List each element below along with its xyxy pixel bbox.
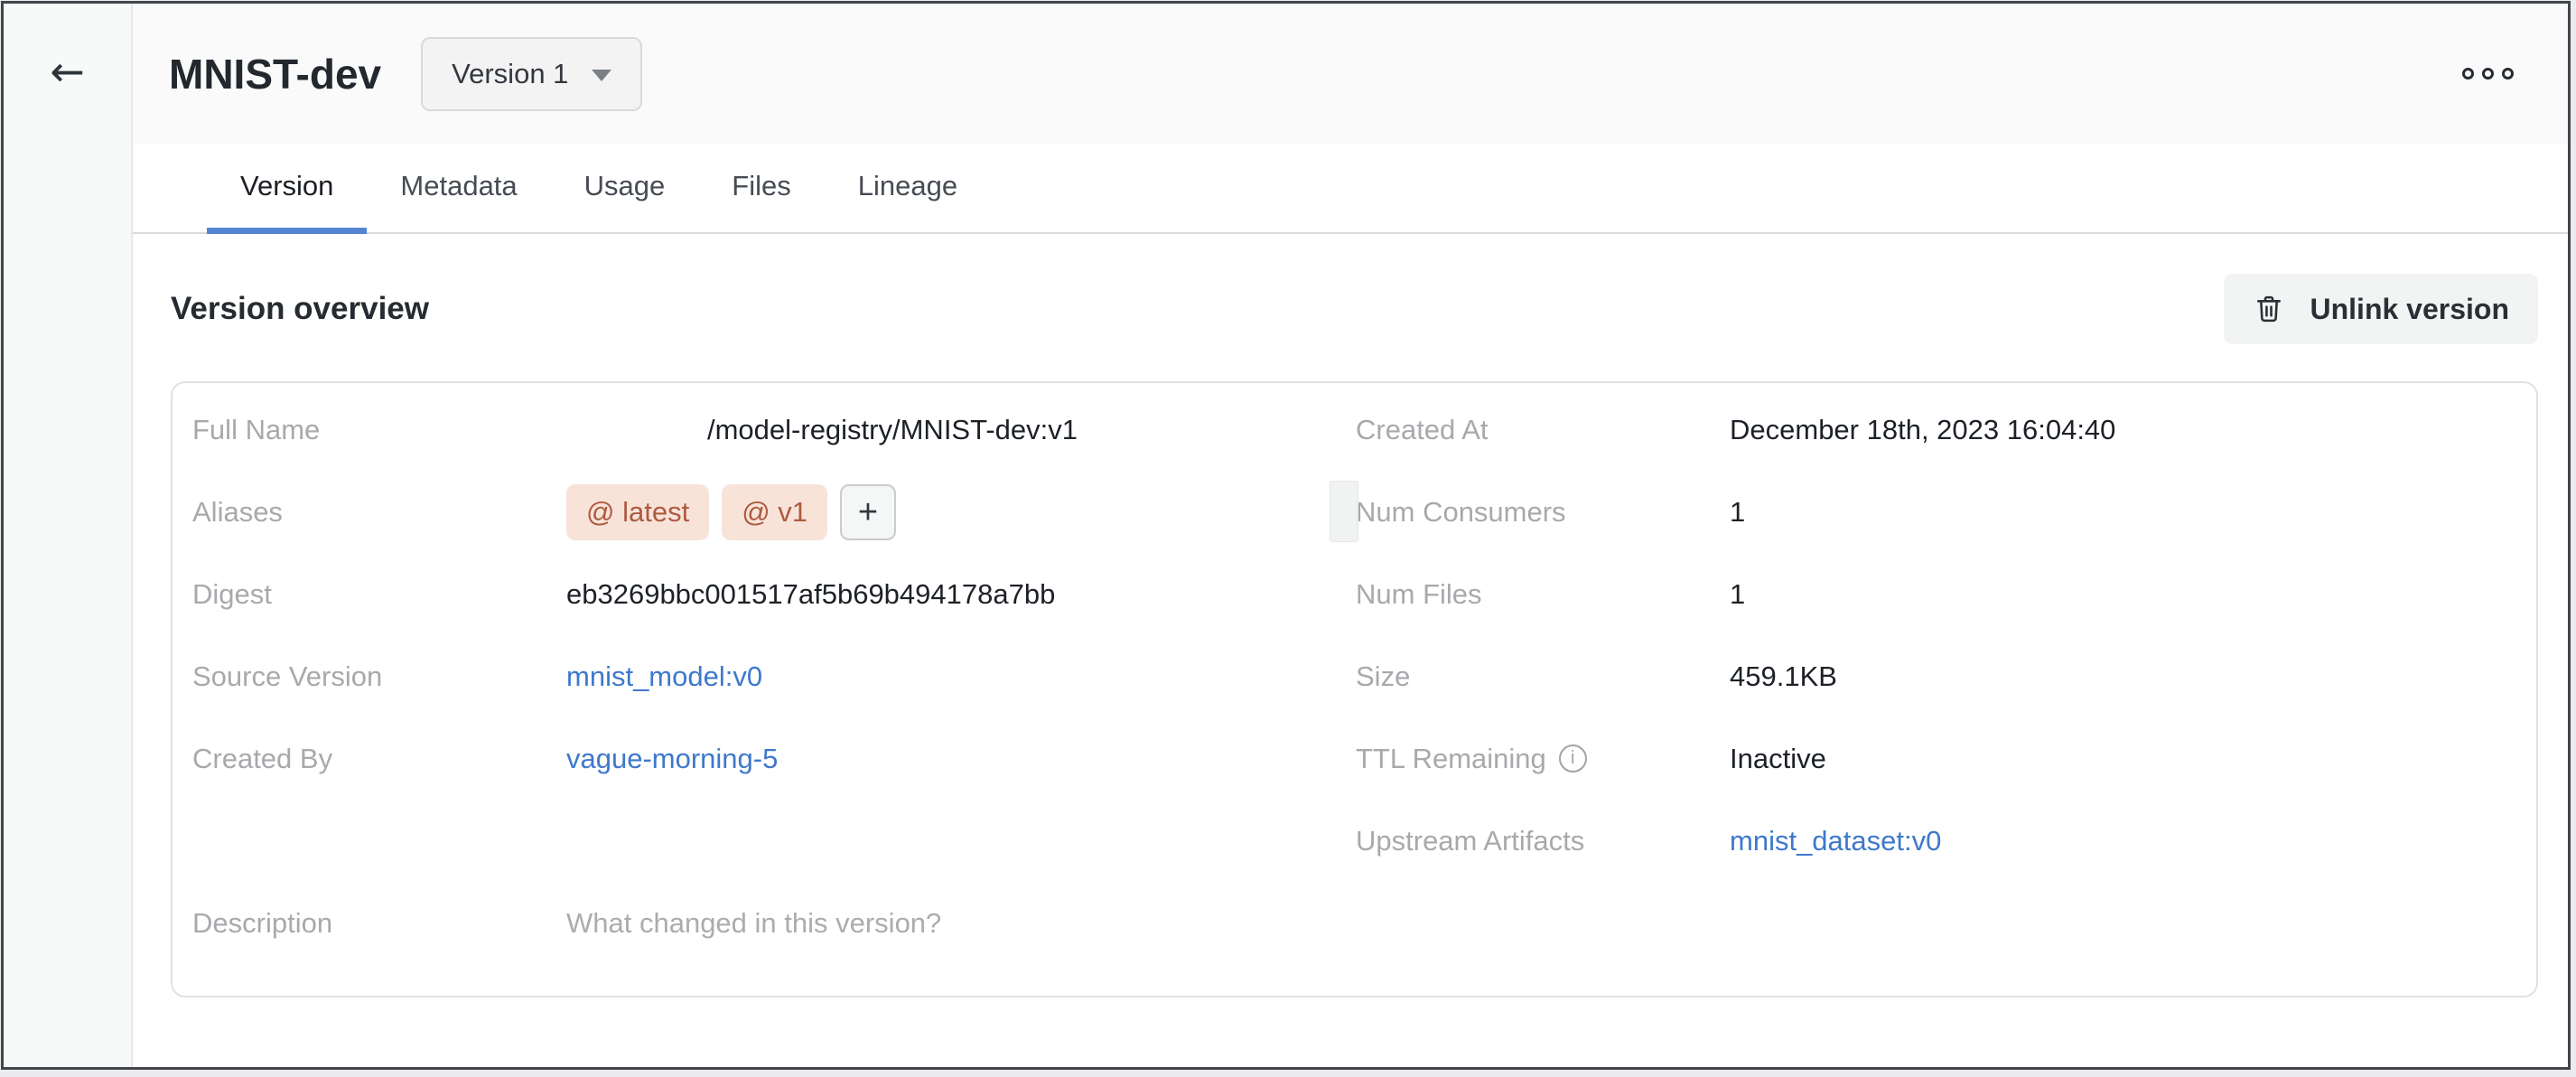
value-size: 459.1KB (1730, 660, 1837, 693)
field-row-created-by: Created By vague-morning-5 (192, 717, 1356, 800)
alias-badge-latest[interactable]: @ latest (566, 484, 709, 540)
field-row-ttl-remaining: TTL Remaining i Inactive (1356, 717, 2536, 800)
info-icon[interactable]: i (1559, 745, 1587, 773)
alias-list: @ latest@ v1+ (566, 484, 896, 540)
label-text: Created By (192, 743, 332, 775)
section-title: Version overview (171, 291, 429, 327)
field-label-num-consumers: Num Consumers (1356, 496, 1730, 529)
input-description[interactable]: What changed in this version? (566, 907, 941, 940)
value-num-consumers: 1 (1730, 496, 1745, 529)
field-label-aliases: Aliases (192, 496, 566, 529)
field-row-digest: Digest eb3269bbc001517af5b69b494178a7bb (192, 553, 1356, 635)
page-header: MNIST-dev Version 1 (133, 4, 2568, 144)
field-label-full-name: Full Name (192, 414, 566, 446)
section-header: Version overview Unlink version (171, 274, 2538, 344)
label-text: Source Version (192, 660, 382, 693)
tab-version[interactable]: Version (207, 144, 367, 234)
tab-files[interactable]: Files (698, 144, 824, 234)
label-text: Size (1356, 660, 1410, 693)
overview-column-right: Created At December 18th, 2023 16:04:40 Nu… (1356, 389, 2536, 996)
field-label-source-version: Source Version (192, 660, 566, 693)
add-alias-button[interactable]: + (840, 484, 896, 540)
left-rail: ← (4, 4, 133, 1067)
value-ttl-remaining: Inactive (1730, 743, 1826, 775)
tab-bar: VersionMetadataUsageFilesLineage (133, 144, 2568, 234)
label-text: TTL Remaining (1356, 743, 1546, 775)
value-created-at: December 18th, 2023 16:04:40 (1730, 414, 2115, 446)
tab-metadata[interactable]: Metadata (367, 144, 550, 234)
more-options-icon (2482, 68, 2494, 80)
chevron-down-icon (592, 70, 611, 81)
label-text: Created At (1356, 414, 1488, 446)
content-area: Version overview Unlink version (133, 274, 2568, 997)
version-selector[interactable]: Version 1 (421, 37, 642, 111)
version-overview-card: Full Name/model-registry/MNIST-dev:v1Ali… (171, 381, 2538, 997)
app-window: ← MNIST-dev Version 1 VersionMetadataUsa… (1, 1, 2571, 1070)
field-row-upstream-artifacts: Upstream Artifacts mnist_dataset:v0 (1356, 800, 2536, 882)
field-label-size: Size (1356, 660, 1730, 693)
page-title: MNIST-dev (169, 50, 381, 98)
field-row-description: Description What changed in this version? (192, 882, 1356, 964)
tab-lineage[interactable]: Lineage (825, 144, 991, 234)
more-options-icon (2462, 68, 2474, 80)
more-options-icon (2502, 68, 2514, 80)
field-label-digest: Digest (192, 578, 566, 611)
value-num-files: 1 (1730, 578, 1745, 611)
screen: ← MNIST-dev Version 1 VersionMetadataUsa… (0, 0, 2576, 1077)
field-row-num-consumers: Num Consumers 1 (1356, 471, 2536, 553)
label-text: Aliases (192, 496, 283, 529)
alias-badge-v1[interactable]: @ v1 (722, 484, 827, 540)
label-text: Digest (192, 578, 272, 611)
field-row-full-name: Full Name/model-registry/MNIST-dev:v1 (192, 389, 1356, 471)
main-panel: MNIST-dev Version 1 VersionMetadataUsage… (133, 4, 2568, 1067)
back-button[interactable]: ← (50, 51, 85, 92)
value-full-name: /model-registry/MNIST-dev:v1 (707, 414, 1078, 446)
field-label-num-files: Num Files (1356, 578, 1730, 611)
trash-icon (2253, 293, 2285, 325)
link-source-version[interactable]: mnist_model:v0 (566, 660, 762, 693)
field-label-created-at: Created At (1356, 414, 1730, 446)
label-text: Full Name (192, 414, 320, 446)
value-digest: eb3269bbc001517af5b69b494178a7bb (566, 578, 1055, 611)
field-row-aliases: Aliases @ latest@ v1+ (192, 471, 1356, 553)
field-row-size: Size 459.1KB (1356, 635, 2536, 717)
label-text: Num Files (1356, 578, 1482, 611)
link-created-by[interactable]: vague-morning-5 (566, 743, 778, 775)
label-text: Num Consumers (1356, 496, 1566, 529)
tab-usage[interactable]: Usage (551, 144, 699, 234)
field-row-num-files: Num Files 1 (1356, 553, 2536, 635)
field-label-ttl-remaining: TTL Remaining i (1356, 743, 1730, 775)
unlink-version-button[interactable]: Unlink version (2224, 274, 2539, 344)
scrollbar-thumb[interactable] (1330, 481, 1358, 542)
overview-column-left: Full Name/model-registry/MNIST-dev:v1Ali… (192, 389, 1356, 996)
link-upstream-artifacts[interactable]: mnist_dataset:v0 (1730, 825, 1941, 857)
unlink-version-label: Unlink version (2310, 293, 2510, 326)
field-label-upstream-artifacts: Upstream Artifacts (1356, 825, 1730, 857)
label-text: Upstream Artifacts (1356, 825, 1584, 857)
version-selector-label: Version 1 (452, 58, 568, 90)
back-arrow-icon: ← (50, 47, 85, 96)
field-label-description: Description (192, 907, 566, 940)
field-row-source-version: Source Version mnist_model:v0 (192, 635, 1356, 717)
field-label-created-by: Created By (192, 743, 566, 775)
label-text: Description (192, 907, 332, 940)
field-row-created-at: Created At December 18th, 2023 16:04:40 (1356, 389, 2536, 471)
overflow-menu-button[interactable] (2455, 68, 2521, 80)
